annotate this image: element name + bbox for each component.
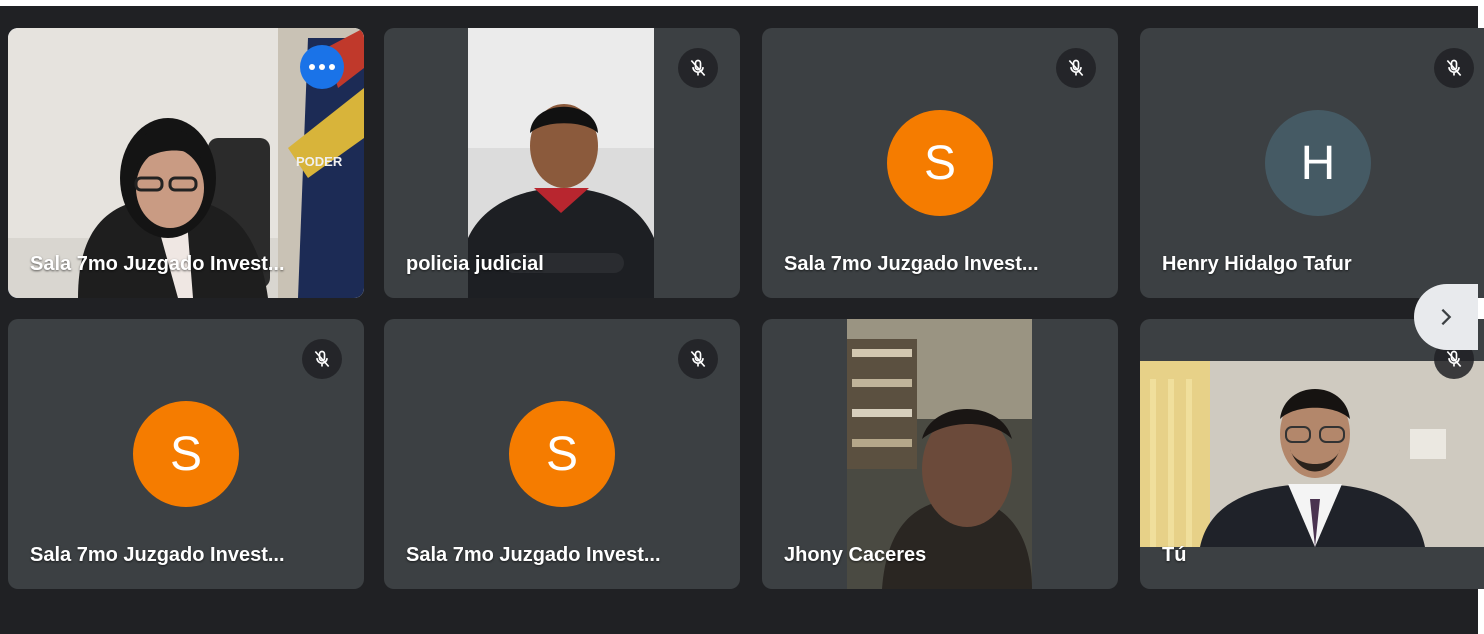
mic-off-indicator (302, 339, 342, 379)
avatar: H (1265, 110, 1371, 216)
next-page-button[interactable] (1414, 284, 1478, 350)
meeting-grid: PODER Sala 7mo Juzgado Invest... policia… (0, 6, 1484, 634)
participant-name: policia judicial (406, 253, 544, 275)
avatar: S (509, 401, 615, 507)
participant-tile[interactable]: H Henry Hidalgo Tafur (1140, 28, 1484, 298)
mic-off-icon (1446, 59, 1462, 77)
chevron-right-icon (1441, 308, 1452, 326)
mic-off-icon (690, 59, 706, 77)
participant-tile[interactable]: S Sala 7mo Juzgado Invest... (384, 319, 740, 589)
flag-text: PODER (296, 154, 343, 169)
mic-off-icon (314, 350, 330, 368)
participant-tile[interactable]: S Sala 7mo Juzgado Invest... (762, 28, 1118, 298)
participant-tile[interactable]: PODER Sala 7mo Juzgado Invest... (8, 28, 364, 298)
participant-tile[interactable]: Jhony Caceres (762, 319, 1118, 589)
participant-name: Henry Hidalgo Tafur (1162, 253, 1352, 275)
participant-tile[interactable]: S Sala 7mo Juzgado Invest... (8, 319, 364, 589)
participant-tile[interactable]: Tú (1140, 319, 1484, 589)
mic-off-indicator (1056, 48, 1096, 88)
mic-off-indicator (1434, 48, 1474, 88)
participant-name: Sala 7mo Juzgado Invest... (30, 253, 285, 275)
participant-name: Tú (1162, 544, 1187, 566)
avatar: S (133, 401, 239, 507)
participant-name: Jhony Caceres (784, 544, 927, 566)
mic-off-icon (690, 350, 706, 368)
participant-name: Sala 7mo Juzgado Invest... (784, 253, 1039, 275)
participant-tile[interactable]: policia judicial (384, 28, 740, 298)
participant-name: Sala 7mo Juzgado Invest... (30, 544, 285, 566)
mic-off-icon (1068, 59, 1084, 77)
mic-off-indicator (678, 48, 718, 88)
self-video (1140, 361, 1484, 547)
avatar: S (887, 110, 993, 216)
more-options-button[interactable] (300, 45, 344, 89)
more-options-icon (309, 64, 315, 70)
participant-name: Sala 7mo Juzgado Invest... (406, 544, 661, 566)
mic-off-indicator (678, 339, 718, 379)
mic-off-icon (1446, 350, 1462, 368)
